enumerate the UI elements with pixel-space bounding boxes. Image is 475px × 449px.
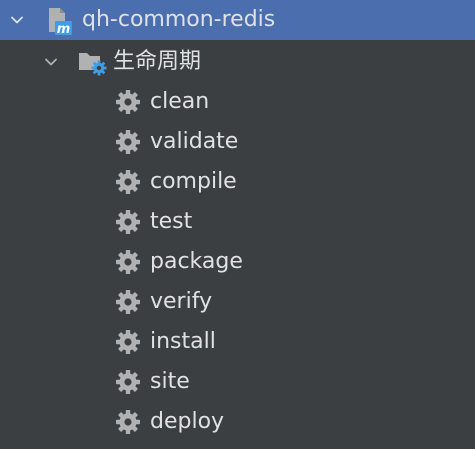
gear-icon xyxy=(115,249,141,275)
phase-label: site xyxy=(150,369,190,394)
phase-label: package xyxy=(150,249,243,274)
tree-item-phase-install[interactable]: install xyxy=(0,322,475,362)
tree-item-phase-test[interactable]: test xyxy=(0,202,475,242)
phase-label: clean xyxy=(150,89,210,114)
gear-icon xyxy=(115,369,141,395)
folder-gear-icon xyxy=(78,48,108,76)
gear-icon xyxy=(115,129,141,155)
phase-label: install xyxy=(150,329,216,354)
project-name-label: qh-common-redis xyxy=(82,7,276,32)
phase-label: verify xyxy=(150,289,213,314)
gear-icon xyxy=(115,329,141,355)
svg-text:m: m xyxy=(57,22,71,36)
chevron-down-icon[interactable] xyxy=(42,53,60,71)
tree-item-phase-validate[interactable]: validate xyxy=(0,122,475,162)
maven-lifecycle-tree: m qh-common-redis 生命周期 clean validate co… xyxy=(0,0,475,449)
tree-item-phase-verify[interactable]: verify xyxy=(0,282,475,322)
phase-label: compile xyxy=(150,169,237,194)
gear-icon xyxy=(115,209,141,235)
tree-item-project-root[interactable]: m qh-common-redis xyxy=(0,0,475,40)
gear-icon xyxy=(115,289,141,315)
chevron-down-icon[interactable] xyxy=(8,11,26,29)
maven-module-icon: m xyxy=(46,6,74,36)
tree-item-phase-deploy[interactable]: deploy xyxy=(0,402,475,442)
phase-label: deploy xyxy=(150,409,225,434)
phase-label: test xyxy=(150,209,193,234)
phase-label: validate xyxy=(150,129,239,154)
tree-item-phase-clean[interactable]: clean xyxy=(0,82,475,122)
tree-item-phase-compile[interactable]: compile xyxy=(0,162,475,202)
gear-icon xyxy=(115,409,141,435)
gear-icon xyxy=(115,169,141,195)
gear-icon xyxy=(115,89,141,115)
tree-item-lifecycle[interactable]: 生命周期 xyxy=(0,42,475,82)
tree-item-phase-site[interactable]: site xyxy=(0,362,475,402)
tree-item-phase-package[interactable]: package xyxy=(0,242,475,282)
lifecycle-label: 生命周期 xyxy=(113,49,202,74)
